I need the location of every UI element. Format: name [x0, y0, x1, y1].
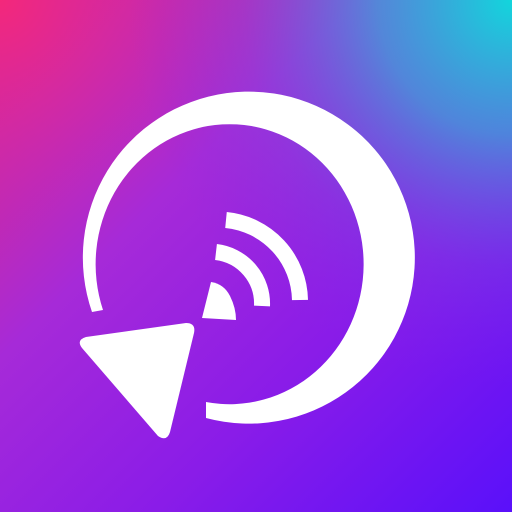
cast-replay-glyph — [79, 91, 415, 439]
signal-source-icon — [202, 282, 236, 320]
app-icon[interactable] — [0, 0, 512, 512]
play-triangle-icon — [79, 323, 195, 439]
